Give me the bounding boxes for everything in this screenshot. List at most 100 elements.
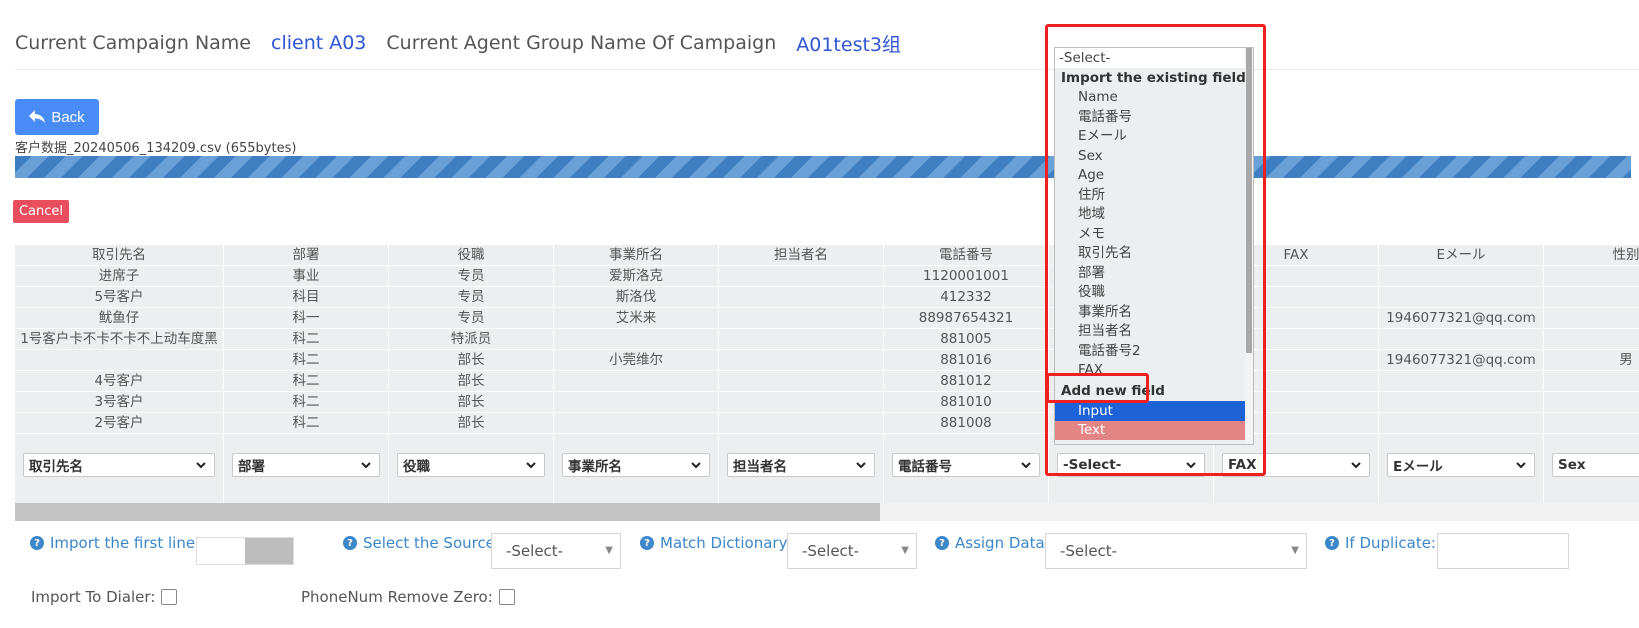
help-icon[interactable]: ?	[640, 536, 654, 550]
table-cell: 科二	[224, 371, 388, 392]
if-duplicate-text: If Duplicate:	[1345, 534, 1436, 552]
header-divider	[15, 69, 1639, 70]
table-cell: 专员	[389, 308, 553, 329]
dropdown-scrollbar-thumb[interactable]	[1246, 48, 1252, 353]
table-cell	[15, 350, 223, 371]
dropdown-option[interactable]: 電話番号2	[1055, 341, 1245, 361]
column-field-select[interactable]: 取引先名	[23, 453, 215, 477]
table-cell: 881010	[884, 392, 1048, 413]
dropdown-option[interactable]: Name	[1055, 87, 1245, 107]
help-icon[interactable]: ?	[935, 536, 949, 550]
table-cell	[1379, 413, 1543, 434]
dropdown-option[interactable]: Age	[1055, 165, 1245, 185]
help-icon[interactable]: ?	[343, 536, 357, 550]
table-cell	[1379, 287, 1543, 308]
dropdown-option[interactable]: 地域	[1055, 204, 1245, 224]
table-cell: 5号客户	[15, 287, 223, 308]
cancel-button[interactable]: Cancel	[13, 200, 69, 223]
dropdown-option[interactable]: 取引先名	[1055, 243, 1245, 263]
dictionary-select[interactable]: -Select- ▼	[787, 533, 917, 569]
column-field-select[interactable]: 担当者名	[727, 453, 875, 477]
table-cell: 88987654321	[884, 308, 1048, 329]
table-cell	[719, 413, 883, 434]
phone-remove-zero-text: PhoneNum Remove Zero:	[301, 588, 493, 606]
column-field-select[interactable]: 部署	[232, 453, 380, 477]
chevron-down-icon	[526, 462, 536, 469]
table-column: 事業所名 爱斯洛克 斯洛伐 艾米来 小莞维尔 事業所名	[554, 245, 719, 503]
dropdown-option[interactable]: 事業所名	[1055, 302, 1245, 322]
column-field-select-value: 取引先名	[29, 459, 83, 475]
table-cell: 881012	[884, 371, 1048, 392]
dropdown-option[interactable]: 役職	[1055, 282, 1245, 302]
table-cell: 事业	[224, 266, 388, 287]
import-to-dialer-text: Import To Dialer:	[31, 588, 156, 606]
column-field-select[interactable]: Sex	[1552, 453, 1639, 477]
dropdown-option-text[interactable]: Text	[1055, 420, 1245, 440]
table-cell: 1号客户卡不卡不卡不上动车度黑	[15, 329, 223, 350]
column-field-select-value: -Select-	[1063, 457, 1122, 473]
table-cell	[554, 329, 718, 350]
table-cell	[1544, 413, 1639, 434]
dropdown-option[interactable]: 住所	[1055, 185, 1245, 205]
campaign-name-value[interactable]: client A03	[271, 32, 366, 54]
table-cell: 881016	[884, 350, 1048, 371]
select-arrow-icon: ▼	[1291, 545, 1299, 556]
source-select[interactable]: -Select- ▼	[491, 533, 621, 569]
reply-arrow-icon	[29, 110, 46, 123]
column-field-select-value: 担当者名	[733, 459, 787, 475]
import-first-line-text: Import the first line:	[50, 534, 201, 552]
column-field-select[interactable]: 役職	[397, 453, 545, 477]
table-cell: 科目	[224, 287, 388, 308]
table-cell	[554, 371, 718, 392]
back-button[interactable]: Back	[15, 99, 99, 135]
dropdown-option[interactable]: 電話番号	[1055, 107, 1245, 127]
table-cell	[1379, 266, 1543, 287]
table-cell: 1120001001	[884, 266, 1048, 287]
table-column: 取引先名 进席子 5号客户 鱿鱼仔 1号客户卡不卡不卡不上动车度黑 4号客户 3号客户 2号客…	[15, 245, 224, 503]
chevron-down-icon	[196, 462, 206, 469]
dropdown-option[interactable]: メモ	[1055, 224, 1245, 244]
table-cell	[1544, 287, 1639, 308]
import-to-dialer-checkbox[interactable]	[161, 589, 178, 605]
column-field-select[interactable]: 電話番号	[892, 453, 1040, 477]
dropdown-option[interactable]: FAX	[1055, 360, 1245, 380]
horizontal-scrollbar-thumb[interactable]	[15, 503, 880, 521]
chevron-down-icon	[1186, 462, 1196, 469]
help-icon[interactable]: ?	[1325, 536, 1339, 550]
table-cell: 科二	[224, 392, 388, 413]
table-cell: 斯洛伐	[554, 287, 718, 308]
back-button-label: Back	[51, 108, 85, 126]
column-field-select-value: Eメール	[1393, 459, 1443, 475]
table-cell: 部长	[389, 350, 553, 371]
table-cell: 进席子	[15, 266, 223, 287]
column-field-select[interactable]: Eメール	[1387, 453, 1535, 477]
column-field-select[interactable]: 事業所名	[562, 453, 710, 477]
dropdown-option[interactable]: 部署	[1055, 263, 1245, 283]
source-select-value: -Select-	[506, 542, 564, 560]
table-cell	[719, 329, 883, 350]
table-cell: 小莞维尔	[554, 350, 718, 371]
column-field-select[interactable]: FAX	[1222, 453, 1370, 477]
column-field-select[interactable]: -Select-	[1057, 453, 1205, 477]
table-cell: 部长	[389, 392, 553, 413]
dropdown-option[interactable]: Sex	[1055, 146, 1245, 166]
horizontal-scrollbar[interactable]	[15, 503, 1639, 521]
phone-remove-zero-checkbox[interactable]	[498, 589, 515, 605]
agent-group-value[interactable]: A01test3组	[796, 30, 901, 57]
dropdown-option[interactable]: Eメール	[1055, 126, 1245, 146]
table-cell	[1379, 392, 1543, 413]
campaign-name-label: Current Campaign Name	[15, 32, 251, 54]
field-select-dropdown[interactable]: Text Input Add new field FAX 電話番号2 担当者名 事業所名 役職…	[1054, 47, 1254, 445]
if-duplicate-input[interactable]	[1437, 533, 1569, 569]
column-field-select-value: Sex	[1558, 457, 1586, 473]
dropdown-option-select[interactable]: -Select-	[1055, 48, 1245, 68]
match-dictionary-text: Match Dictionary:	[660, 534, 792, 552]
agent-group-label: Current Agent Group Name Of Campaign	[386, 32, 777, 54]
dropdown-scrollbar[interactable]	[1245, 48, 1253, 444]
dropdown-group-new: Add new field	[1061, 383, 1165, 399]
import-first-line-toggle[interactable]	[196, 537, 294, 565]
help-icon[interactable]: ?	[30, 536, 44, 550]
dropdown-option-input[interactable]: Input	[1055, 400, 1245, 421]
dropdown-option[interactable]: 担当者名	[1055, 321, 1245, 341]
assign-data-select[interactable]: -Select- ▼	[1045, 533, 1307, 569]
